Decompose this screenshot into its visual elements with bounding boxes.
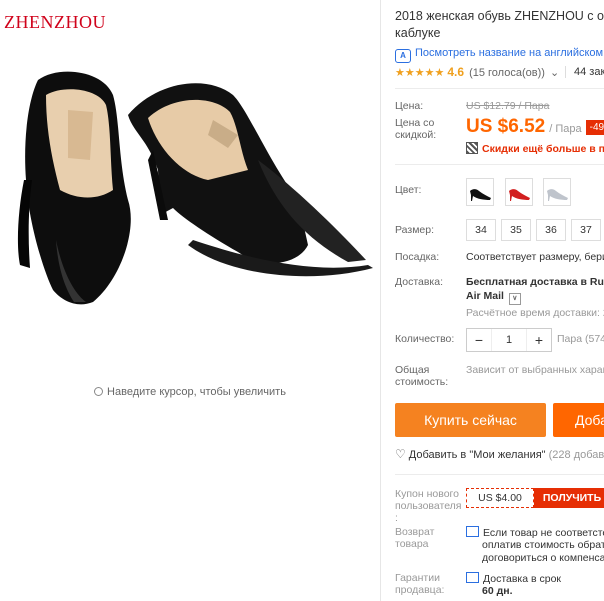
app-discount-link[interactable]: Скидки ещё больше в при: [466, 142, 604, 155]
returns-line2: оплатив стоимость обрат: [482, 539, 604, 551]
product-title-line2: каблуке: [395, 26, 441, 40]
qr-code-icon: [466, 142, 478, 154]
black-shoe-icon: [470, 189, 491, 201]
votes-count: (15 голоса(ов)): [469, 67, 545, 79]
size-option-35[interactable]: 35: [501, 219, 531, 241]
chevron-down-icon: ∨: [508, 293, 521, 305]
shipping-method-label: Air Mail: [466, 290, 504, 302]
guarantee-label-line2: продавца:: [395, 584, 445, 596]
app-discount-text: Скидки ещё больше в при: [482, 143, 604, 155]
guarantee-line2: 60 дн.: [482, 585, 513, 597]
coupon-label: Купон нового пользователя:: [395, 488, 462, 524]
product-title: 2018 женская обувь ZHENZHOU с ос каблуке: [395, 8, 604, 42]
new-price: US $6.52/ Пара -49: [466, 116, 604, 138]
product-gallery: ZHENZHOU Наведите курсор, чтобы увеличит…: [0, 0, 380, 601]
shipping-line1: Бесплатная доставка в Rus: [466, 276, 604, 288]
size-option-37[interactable]: 37: [571, 219, 601, 241]
guarantee-line1-text: Доставка в срок: [483, 573, 562, 585]
delivery-time: Расчётное время доставки: 2: [466, 307, 604, 319]
delivery-guarantee-icon: [466, 572, 479, 583]
color-option-red[interactable]: [505, 178, 533, 206]
price-unit: / Пара: [549, 123, 582, 135]
guarantee-line1: Доставка в срок: [466, 572, 561, 586]
divider: [395, 474, 604, 475]
discount-badge: -49: [585, 120, 604, 135]
quantity-minus-button[interactable]: −: [467, 329, 492, 351]
returns-line3: договориться о компенса: [482, 552, 604, 564]
wishlist-link[interactable]: ♡Добавить в "Мои желания" (228 добавл: [395, 447, 604, 461]
old-price: US $12.79 / Пара: [466, 100, 550, 112]
new-price-amount: US $6.52: [466, 116, 546, 137]
divider: [395, 164, 604, 165]
fit-value: Соответствует размеру, бери: [466, 251, 604, 263]
divider: [395, 88, 604, 89]
total-label-line1: Общая: [395, 364, 430, 376]
get-coupon-button[interactable]: ПОЛУЧИТЬ: [534, 488, 604, 508]
returns-line1: Если товар не соответсте: [466, 526, 604, 540]
total-label: Общая стоимость:: [395, 364, 448, 388]
size-option-36[interactable]: 36: [536, 219, 566, 241]
rating[interactable]: ★★★★★ 4.6 (15 голоса(ов)) ⌄: [395, 65, 559, 79]
heart-icon: ♡: [395, 447, 406, 461]
coupon: US $4.00 ПОЛУЧИТЬ: [466, 488, 604, 508]
size-label: Размер:: [395, 224, 435, 236]
coupon-label-line1: Купон нового: [395, 488, 459, 500]
quantity-plus-button[interactable]: +: [526, 329, 551, 351]
shipping-method[interactable]: Air Mail ∨: [466, 290, 521, 305]
coupon-label-line3: :: [395, 512, 398, 524]
quantity-label: Количество:: [395, 333, 455, 345]
quantity-input[interactable]: 1: [491, 329, 527, 351]
color-option-silver[interactable]: [543, 178, 571, 206]
translate-label: Посмотреть название на английском: [415, 47, 604, 59]
brand-watermark: ZHENZHOU: [4, 12, 106, 32]
coupon-value: US $4.00: [466, 488, 534, 508]
front-shoe: [17, 71, 131, 305]
returns-label-line2: товара: [395, 538, 429, 550]
returns-label: Возврат товара: [395, 526, 434, 550]
product-info: 2018 женская обувь ZHENZHOU с ос каблуке…: [381, 0, 604, 601]
translate-icon: A: [395, 49, 411, 63]
zoom-hint-text: Наведите курсор, чтобы увеличить: [107, 386, 286, 398]
translate-link[interactable]: A Посмотреть название на английском: [395, 47, 603, 63]
guarantee-label: Гарантии продавца:: [395, 572, 444, 596]
fit-label: Посадка:: [395, 251, 440, 263]
available-units: Пара (574: [557, 333, 604, 345]
back-shoe: [128, 83, 373, 277]
quantity-stepper[interactable]: − 1 +: [466, 328, 552, 352]
return-policy-icon: [466, 526, 479, 537]
price-label: Цена:: [395, 100, 424, 112]
chevron-down-icon: ⌄: [549, 67, 560, 79]
rating-value: 4.6: [447, 65, 464, 79]
wishlist-label: Добавить в "Мои желания": [408, 449, 546, 461]
zoom-hint: Наведите курсор, чтобы увеличить: [0, 386, 380, 398]
product-image[interactable]: [8, 40, 378, 310]
discount-price-label: Цена со скидкой:: [395, 117, 437, 141]
orders-count: 44 зака: [565, 66, 604, 78]
red-shoe-icon: [509, 189, 530, 201]
color-label: Цвет:: [395, 184, 422, 196]
silver-shoe-icon: [547, 189, 568, 201]
guarantee-label-line1: Гарантии: [395, 572, 440, 584]
wishlist-count: (228 добавл: [548, 449, 604, 461]
total-label-line2: стоимость:: [395, 376, 449, 388]
star-rating-icon: ★★★★★: [395, 67, 445, 79]
add-to-cart-button[interactable]: Доба: [553, 403, 604, 437]
product-title-line1: 2018 женская обувь ZHENZHOU с ос: [395, 9, 604, 23]
coupon-label-line2: пользователя: [395, 500, 462, 512]
shipping-label: Доставка:: [395, 276, 444, 288]
returns-label-line1: Возврат: [395, 526, 435, 538]
total-value: Зависит от выбранных харак: [466, 364, 604, 376]
size-option-34[interactable]: 34: [466, 219, 496, 241]
magnifier-icon: [94, 387, 104, 396]
returns-line1-text: Если товар не соответсте: [483, 527, 604, 539]
color-option-black[interactable]: [466, 178, 494, 206]
buy-now-button[interactable]: Купить сейчас: [395, 403, 546, 437]
